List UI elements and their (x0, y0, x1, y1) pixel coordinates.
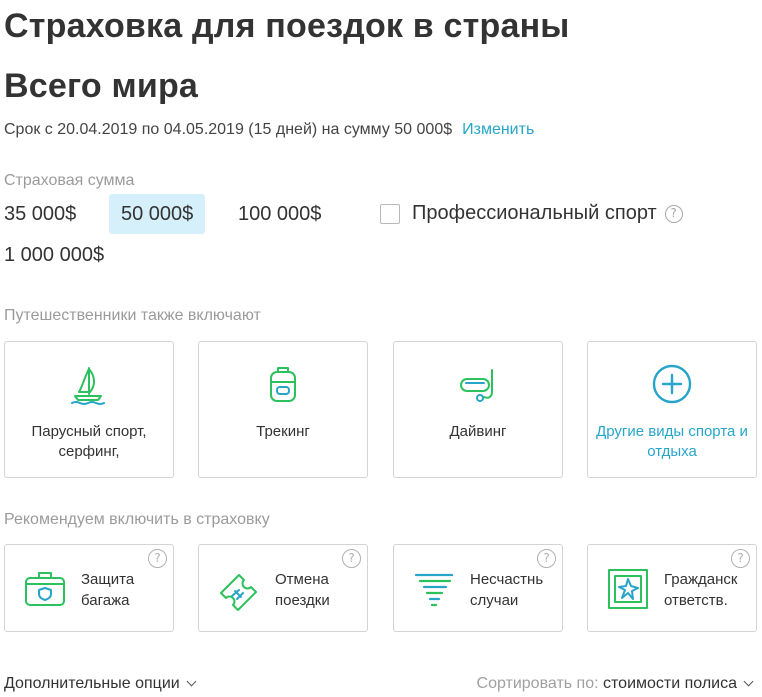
luggage-icon (25, 572, 65, 606)
help-icon[interactable]: ? (731, 549, 750, 568)
backpack-icon (270, 367, 296, 402)
sport-card-label: Другие виды спорта и отдыха (596, 423, 748, 460)
more-options-toggle[interactable]: Дополнительные опции (4, 672, 197, 696)
pro-sport-label: Профессиональный спорт (412, 202, 657, 224)
diving-mask-icon (460, 369, 493, 402)
help-icon[interactable]: ? (148, 549, 167, 568)
sport-card-trekking[interactable]: Трекинг (198, 341, 368, 478)
option-card-label: Отмена поездки (275, 571, 330, 609)
sum-option-1000000[interactable]: 1 000 000$ (4, 243, 104, 267)
sort-control[interactable]: Сортировать по: стоимости полиса (476, 672, 754, 696)
pro-sport-option[interactable]: Профессиональный спорт ? (380, 202, 683, 225)
help-icon[interactable]: ? (664, 204, 683, 223)
travelers-label: Путешественники также включают (4, 307, 261, 324)
page-title: Страховка для поездок в страны Всего мир… (4, 0, 744, 112)
sport-card-label: Трекинг (256, 423, 310, 440)
sum-option-35000[interactable]: 35 000$ (4, 202, 76, 226)
option-card-liability[interactable]: Гражданск ответств. ? (587, 544, 757, 632)
broken-window-icon (608, 569, 648, 609)
help-icon[interactable]: ? (342, 549, 361, 568)
trip-term-text: Срок с 20.04.2019 по 04.05.2019 (15 дней… (4, 121, 453, 138)
option-card-label: Несчастнь случаи (470, 571, 544, 609)
option-card-luggage[interactable]: Защита багажа ? (4, 544, 174, 632)
sum-option-100000[interactable]: 100 000$ (238, 202, 321, 226)
sort-label: Сортировать по: (476, 675, 599, 692)
sport-card-other[interactable]: Другие виды спорта и отдыха (587, 341, 757, 478)
chevron-down-icon (743, 676, 754, 687)
plus-circle-icon (652, 364, 692, 404)
insured-sum-label: Страховая сумма (4, 172, 135, 189)
option-card-label: Защита багажа (81, 571, 135, 609)
recommended-label: Рекомендуем включить в страховку (4, 511, 270, 528)
more-options-label: Дополнительные опции (4, 675, 180, 692)
option-card-label: Гражданск ответств. (664, 571, 738, 609)
option-card-accident[interactable]: Несчастнь случаи ? (393, 544, 563, 632)
tornado-icon (414, 573, 454, 607)
page-title-line-2: Всего мира (4, 67, 199, 105)
sport-card-sailing[interactable]: Парусный спорт, серфинг, (4, 341, 174, 478)
page-title-line-1: Страховка для поездок в страны (4, 7, 570, 45)
change-term-link[interactable]: Изменить (462, 121, 534, 138)
sort-value: стоимости полиса (603, 675, 737, 692)
windsurf-icon (71, 367, 105, 405)
sum-option-50000[interactable]: 50 000$ (109, 194, 206, 234)
sport-card-diving[interactable]: Дайвинг (393, 341, 563, 478)
pro-sport-checkbox[interactable] (380, 203, 400, 224)
sport-card-label: Парусный спорт, серфинг, (31, 423, 147, 460)
help-icon[interactable]: ? (537, 549, 556, 568)
ticket-cancel-icon (220, 574, 257, 611)
sport-card-label: Дайвинг (449, 423, 507, 440)
trip-term: Срок с 20.04.2019 по 04.05.2019 (15 дней… (4, 118, 534, 142)
chevron-down-icon (186, 676, 197, 687)
option-card-trip-cancel[interactable]: Отмена поездки ? (198, 544, 368, 632)
